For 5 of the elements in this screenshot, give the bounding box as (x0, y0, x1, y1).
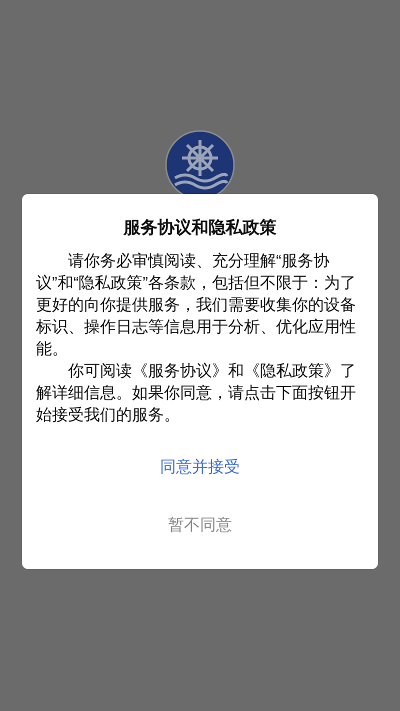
dialog-paragraph: 你可阅读《服务协议》和《隐私政策》了解详细信息。如果你同意，请点击下面按钮开始接受我们的服务。 (35, 362, 357, 426)
agree-button[interactable]: 同意并接受 (144, 439, 256, 497)
dialog-paragraph: 请你务必审慎阅读、充分理解“服务协议”和“隐私政策”各条款，包括但不限于：为了更好的向你提供服务，我们需要收集你的设备标识、操作日志等信息用于分析、优化应用性能。 (35, 252, 357, 360)
dialog-title: 服务协议和隐私政策 (122, 217, 278, 239)
decline-button[interactable]: 暂不同意 (152, 497, 248, 555)
